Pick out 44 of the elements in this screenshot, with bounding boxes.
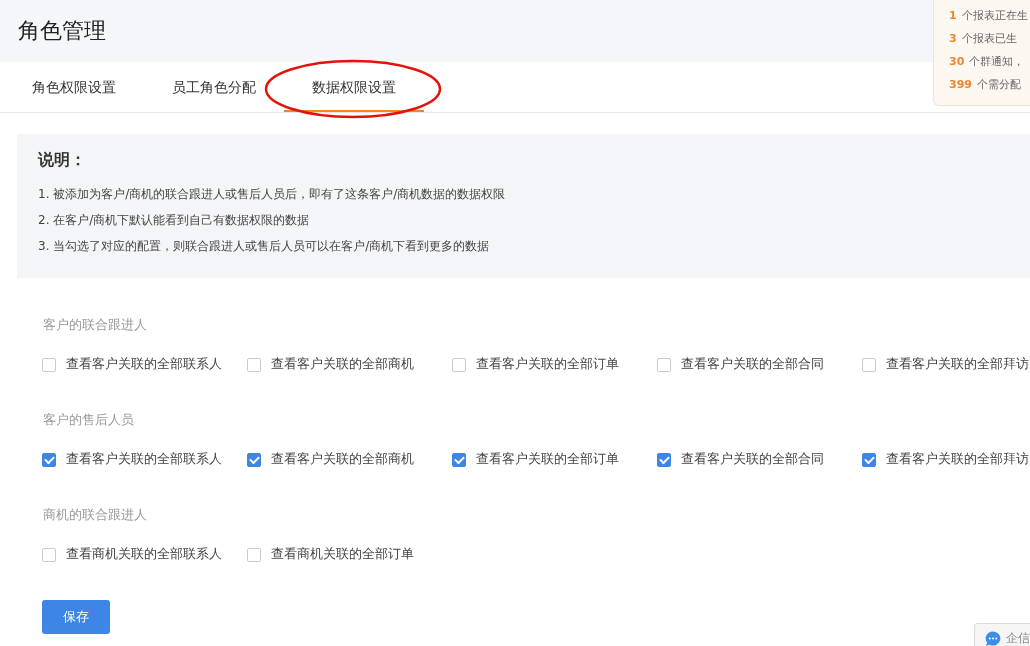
checkbox-label: 查看客户关联的全部订单 <box>476 356 619 373</box>
notification-count: 3 <box>949 31 957 47</box>
checkbox[interactable] <box>247 357 261 372</box>
checkbox[interactable] <box>247 547 261 562</box>
notice-text: 3. 当勾选了对应的配置，则联合跟进人或售后人员可以在客户/商机下看到更多的数据 <box>38 238 491 255</box>
checkbox-label: 查看客户关联的全部商机 <box>271 451 414 468</box>
notice-text: 1. 被添加为客户/商机的联合跟进人或售后人员后，即有了这条客户/商机数据的数据权限 <box>38 186 507 203</box>
checkbox[interactable] <box>657 357 671 372</box>
save-button[interactable]: 保存 <box>42 600 110 634</box>
section-title: 商机的联合跟进人 <box>43 506 148 524</box>
checkbox-label: 查看商机关联的全部联系人 <box>66 546 222 563</box>
page-title: 角色管理 <box>18 17 106 45</box>
checkbox[interactable] <box>862 452 876 467</box>
checkbox-label: 查看客户关联的全部拜访 <box>886 451 1029 468</box>
checkbox-label: 查看客户关联的全部联系人 <box>66 356 222 373</box>
notification-text: 个需分配 <box>976 77 1021 93</box>
checkbox[interactable] <box>657 452 671 467</box>
chat-bubble-icon <box>984 630 1002 646</box>
section-title: 客户的联合跟进人 <box>43 316 148 334</box>
checkbox[interactable] <box>247 452 261 467</box>
notification-text: 个群通知， <box>969 54 1025 70</box>
notification-count: 30 <box>949 54 965 70</box>
checkbox[interactable] <box>42 452 56 467</box>
tab[interactable]: 员工角色分配 <box>144 62 284 112</box>
checkbox[interactable] <box>42 547 56 562</box>
checkbox-label: 查看客户关联的全部拜访 <box>886 356 1029 373</box>
checkbox[interactable] <box>42 357 56 372</box>
checkbox[interactable] <box>862 357 876 372</box>
checkbox[interactable] <box>452 357 466 372</box>
notification-count: 399 <box>949 77 972 93</box>
notice-text: 2. 在客户/商机下默认能看到自己有数据权限的数据 <box>38 212 311 229</box>
checkbox-label: 查看客户关联的全部合同 <box>681 356 824 373</box>
notice-title: 说明： <box>38 150 87 171</box>
notification-text: 个报表正在生 <box>961 8 1028 24</box>
notification-text: 个报表已生 <box>961 31 1017 47</box>
checkbox-label: 查看商机关联的全部订单 <box>271 546 414 563</box>
notification-count: 1 <box>949 8 957 24</box>
checkbox-label: 查看客户关联的全部联系人 <box>66 451 222 468</box>
section-title: 客户的售后人员 <box>43 411 135 429</box>
checkbox-label: 查看客户关联的全部商机 <box>271 356 414 373</box>
tab[interactable]: 角色权限设置 <box>4 62 144 112</box>
checkbox[interactable] <box>452 452 466 467</box>
checkbox-label: 查看客户关联的全部订单 <box>476 451 619 468</box>
checkbox-label: 查看客户关联的全部合同 <box>681 451 824 468</box>
